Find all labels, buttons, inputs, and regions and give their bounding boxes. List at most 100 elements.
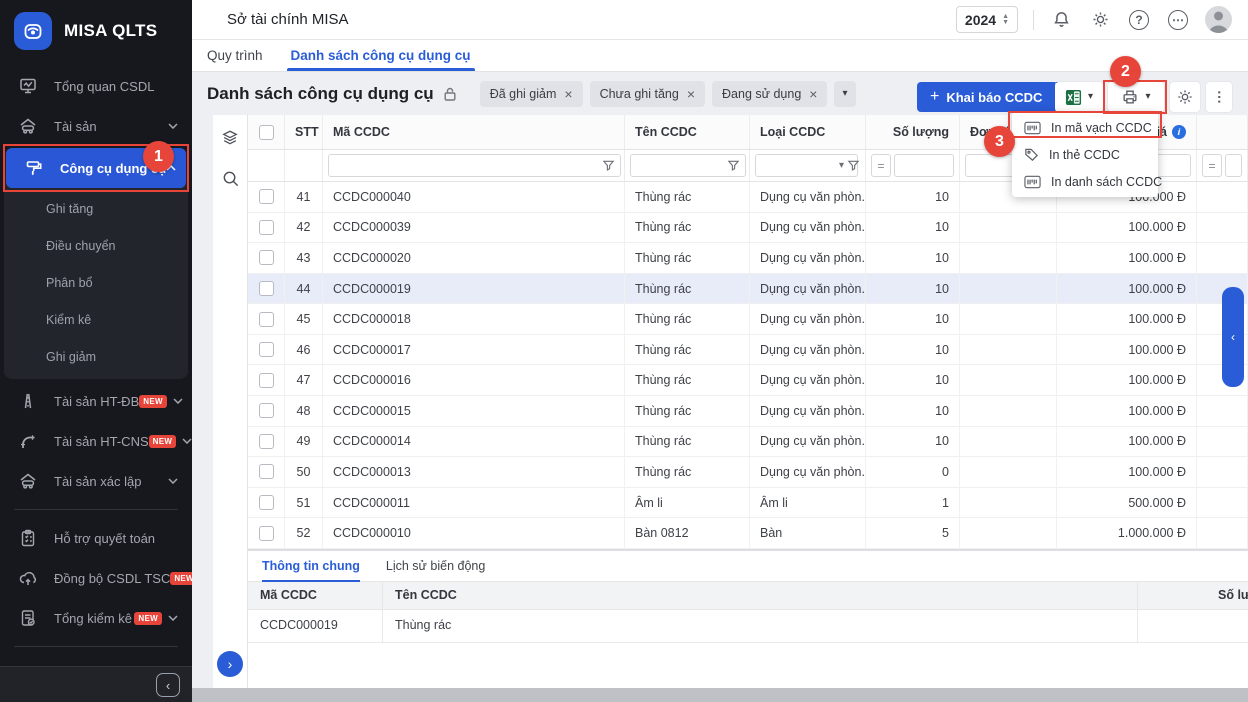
grid-settings-button[interactable]	[1170, 82, 1200, 112]
equals-operator[interactable]: =	[871, 154, 891, 177]
sidebar-item-cong-cu-dung-cu[interactable]: Công cụ dụng cụ 1	[6, 148, 186, 188]
export-excel-button[interactable]: ▾	[1055, 82, 1103, 112]
table-row[interactable]: 50CCDC000013Thùng rácDụng cụ văn phòn...…	[248, 457, 1248, 488]
print-menu-item-in-thẻ-ccdc[interactable]: In thẻ CCDC	[1012, 141, 1158, 168]
more-button[interactable]: ⋯	[1166, 8, 1190, 32]
sidebar-item-tai-san-xac-lap[interactable]: Tài sản xác lập	[0, 461, 192, 501]
col-header-so-luong[interactable]: Số lượng	[866, 115, 960, 149]
table-row[interactable]: 48CCDC000015Thùng rácDụng cụ văn phòn...…	[248, 396, 1248, 427]
table-row[interactable]: 42CCDC000039Thùng rácDụng cụ văn phòn...…	[248, 213, 1248, 244]
sidebar-subitem-điều-chuyển[interactable]: Điều chuyển	[4, 227, 188, 264]
cell-qty: 0	[866, 457, 960, 487]
col-header-ten-ccdc[interactable]: Tên CCDC	[625, 115, 750, 149]
table-row[interactable]: 52CCDC000010Bàn 0812Bàn51.000.000 Đ	[248, 518, 1248, 549]
code-filter-input[interactable]	[328, 154, 621, 177]
tab-lich-su-bien-dong[interactable]: Lịch sử biến động	[386, 551, 485, 581]
print-menu-item-label: In mã vạch CCDC	[1051, 121, 1152, 135]
tab-thong-tin-chung[interactable]: Thông tin chung	[262, 551, 360, 581]
row-checkbox[interactable]	[259, 342, 274, 357]
cell-price: 100.000 Đ	[1057, 274, 1197, 304]
table-row[interactable]: 46CCDC000017Thùng rácDụng cụ văn phòn...…	[248, 335, 1248, 366]
table-row[interactable]: 51CCDC000011Âm liÂm li1500.000 Đ	[248, 488, 1248, 519]
year-spinner-icon[interactable]: ▲▼	[1002, 14, 1009, 26]
sidebar-item-tong-kiem-ke[interactable]: Tổng kiểm kê NEW	[0, 598, 192, 638]
table-row[interactable]: 45CCDC000018Thùng rácDụng cụ văn phòn...…	[248, 304, 1248, 335]
notifications-button[interactable]	[1049, 8, 1073, 32]
detail-tabs: Thông tin chung Lịch sử biến động	[248, 551, 1248, 582]
col-header-ma-ccdc[interactable]: Mã CCDC	[323, 115, 625, 149]
tag-icon	[1024, 147, 1039, 162]
row-checkbox[interactable]	[259, 312, 274, 327]
row-checkbox[interactable]	[259, 464, 274, 479]
funnel-icon[interactable]	[727, 159, 740, 172]
sidebar-subitem-kiểm-kê[interactable]: Kiểm kê	[4, 301, 188, 338]
print-menu-item-in-danh-sách-ccdc[interactable]: In danh sách CCDC	[1012, 168, 1158, 195]
row-checkbox-cell	[248, 304, 285, 334]
settings-button[interactable]	[1088, 8, 1112, 32]
close-icon[interactable]: ×	[687, 87, 695, 101]
declare-ccdc-button[interactable]: + Khai báo CCDC	[917, 82, 1055, 112]
cell-type: Dụng cụ văn phòn...	[750, 213, 866, 243]
cell-name: Thùng rác	[625, 365, 750, 395]
filter-chip[interactable]: Chưa ghi tăng ×	[590, 81, 705, 107]
extra-filter-input[interactable]	[1225, 154, 1242, 177]
equals-operator[interactable]: =	[1202, 154, 1222, 177]
row-checkbox[interactable]	[259, 403, 274, 418]
close-icon[interactable]: ×	[564, 87, 572, 101]
tab-danh-sach-ccdc[interactable]: Danh sách công cụ dụng cụ	[291, 40, 471, 71]
sidebar-item-dong-bo-csdl-tsc[interactable]: Đồng bộ CSDL TSC NEW	[0, 558, 192, 598]
row-checkbox[interactable]	[259, 220, 274, 235]
select-all-checkbox[interactable]	[259, 125, 274, 140]
filter-chip[interactable]: Đã ghi giảm×	[480, 81, 583, 107]
close-icon[interactable]: ×	[809, 87, 817, 101]
sidebar-item-ho-tro-quyet-toan[interactable]: Hỗ trợ quyết toán	[0, 518, 192, 558]
sidebar-item-tai-san[interactable]: Tài sản	[0, 106, 192, 146]
expand-panel-button[interactable]: ›	[217, 651, 243, 677]
sidebar-item-tai-san-ht-db[interactable]: Tài sản HT-ĐB NEW	[0, 381, 192, 421]
layers-icon[interactable]	[221, 129, 239, 147]
info-icon[interactable]: i	[1172, 125, 1186, 139]
funnel-icon[interactable]	[602, 159, 615, 172]
row-checkbox[interactable]	[259, 526, 274, 541]
row-checkbox[interactable]	[259, 250, 274, 265]
row-checkbox[interactable]	[259, 434, 274, 449]
more-actions-button[interactable]: ⋯	[1206, 82, 1232, 112]
sidebar-item-tong-quan-csdl[interactable]: Tổng quan CSDL	[0, 66, 192, 106]
unlock-icon[interactable]	[442, 86, 458, 102]
print-menu-item-in-mã-vạch-ccdc[interactable]: In mã vạch CCDC	[1012, 114, 1158, 141]
row-checkbox[interactable]	[259, 189, 274, 204]
sidebar-item-tai-san-ht-cns[interactable]: Tài sản HT-CNS NEW	[0, 421, 192, 461]
help-button[interactable]: ?	[1127, 8, 1151, 32]
user-avatar[interactable]	[1205, 6, 1232, 33]
declare-ccdc-label: Khai báo CCDC	[946, 90, 1042, 105]
cell-type: Bàn	[750, 518, 866, 548]
print-dropdown-button[interactable]: ▾	[1108, 82, 1164, 112]
sidebar-collapse-button[interactable]: ‹	[156, 673, 180, 697]
filter-chip-label: Chưa ghi tăng	[600, 87, 679, 101]
table-row[interactable]: 47CCDC000016Thùng rácDụng cụ văn phòn...…	[248, 365, 1248, 396]
table-row[interactable]: 44CCDC000019Thùng rácDụng cụ văn phòn...…	[248, 274, 1248, 305]
sidebar-subitem-ghi-tăng[interactable]: Ghi tăng	[4, 190, 188, 227]
filter-chip[interactable]: Đang sử dụng×	[712, 81, 827, 107]
filter-chips-dropdown-button[interactable]: ▾	[834, 81, 855, 107]
collapse-right-panel-button[interactable]: ‹	[1222, 287, 1244, 387]
row-checkbox[interactable]	[259, 281, 274, 296]
filter-cell-qty: =	[866, 150, 960, 181]
search-icon[interactable]	[221, 169, 240, 188]
sidebar-subitem-phân-bổ[interactable]: Phân bổ	[4, 264, 188, 301]
tab-quy-trinh[interactable]: Quy trình	[207, 40, 263, 71]
col-header-stt[interactable]: STT	[285, 115, 323, 149]
funnel-icon[interactable]	[847, 159, 860, 172]
col-header-loai-ccdc[interactable]: Loại CCDC	[750, 115, 866, 149]
detail-data-row[interactable]: CCDC000019 Thùng rác	[248, 610, 1248, 643]
caret-down-icon[interactable]: ▾	[839, 161, 844, 171]
sidebar-subitem-ghi-giảm[interactable]: Ghi giảm	[4, 338, 188, 375]
row-checkbox[interactable]	[259, 373, 274, 388]
cell-price: 100.000 Đ	[1057, 335, 1197, 365]
person-icon	[1205, 6, 1232, 33]
row-checkbox[interactable]	[259, 495, 274, 510]
year-selector[interactable]: 2024 ▲▼	[956, 6, 1018, 33]
table-row[interactable]: 43CCDC000020Thùng rácDụng cụ văn phòn...…	[248, 243, 1248, 274]
qty-filter-input[interactable]	[894, 154, 954, 177]
table-row[interactable]: 49CCDC000014Thùng rácDụng cụ văn phòn...…	[248, 427, 1248, 458]
